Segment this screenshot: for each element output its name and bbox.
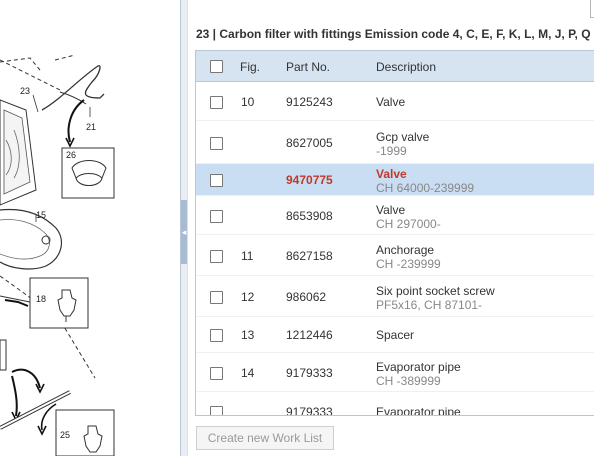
- cell-description: Anchorage: [376, 243, 435, 257]
- row-checkbox[interactable]: [210, 96, 223, 109]
- diagram-drawing: [0, 54, 115, 456]
- cell-part-no[interactable]: 8627158: [286, 249, 333, 263]
- table-row[interactable]: 12 986062 Six point socket screw PF5x16, CH…: [196, 276, 594, 317]
- column-header-description[interactable]: Description: [376, 60, 436, 74]
- row-checkbox[interactable]: [210, 174, 223, 187]
- table-row[interactable]: 11 8627158 Anchorage CH -239999: [196, 235, 594, 276]
- create-work-list-button[interactable]: Create new Work List: [196, 426, 334, 450]
- row-checkbox[interactable]: [210, 406, 223, 415]
- table-header: Fig. Part No. Description: [196, 51, 594, 82]
- table-row[interactable]: 13 1212446 Spacer: [196, 317, 594, 353]
- cell-fig: 12: [241, 290, 255, 304]
- table-row[interactable]: 9179333 Evaporator pipe: [196, 392, 594, 416]
- row-checkbox[interactable]: [210, 250, 223, 263]
- fig-label-15[interactable]: 15: [36, 210, 46, 220]
- fig-label-21[interactable]: 21: [86, 122, 96, 132]
- fig-label-25[interactable]: 25: [60, 430, 70, 440]
- cell-fig: 13: [241, 328, 255, 342]
- cell-description: Evaporator pipe: [376, 360, 461, 374]
- cell-fig: 10: [241, 95, 255, 109]
- parts-table: Fig. Part No. Description 10 9125243 Valve…: [195, 50, 594, 416]
- column-header-part-no[interactable]: Part No.: [286, 60, 330, 74]
- cell-part-no[interactable]: 8627005: [286, 136, 333, 150]
- row-checkbox[interactable]: [210, 291, 223, 304]
- cell-part-no[interactable]: 9179333: [286, 366, 333, 380]
- cell-description-detail: CH -389999: [376, 374, 441, 388]
- column-header-fig[interactable]: Fig.: [240, 60, 260, 74]
- row-checkbox[interactable]: [210, 210, 223, 223]
- cell-fig: 14: [241, 366, 255, 380]
- row-checkbox[interactable]: [210, 329, 223, 342]
- row-checkbox[interactable]: [210, 367, 223, 380]
- cell-part-no[interactable]: 1212446: [286, 328, 333, 342]
- cell-description: Evaporator pipe: [376, 405, 461, 416]
- cell-description: Valve: [376, 95, 406, 109]
- cell-part-no[interactable]: 9125243: [286, 95, 333, 109]
- cell-part-no[interactable]: 986062: [286, 290, 326, 304]
- table-row[interactable]: 8653908 Valve CH 297000-: [196, 196, 594, 235]
- fig-label-23[interactable]: 23: [20, 86, 30, 96]
- table-row[interactable]: 10 9125243 Valve: [196, 82, 594, 121]
- fig-label-18[interactable]: 18: [36, 294, 46, 304]
- fig-label-26[interactable]: 26: [66, 150, 76, 160]
- cell-description-detail: CH -239999: [376, 257, 441, 271]
- parts-panel: 23 | Carbon filter with fittings Emissio…: [188, 0, 594, 456]
- cell-description: Six point socket screw: [376, 284, 495, 298]
- top-field-edge[interactable]: [590, 0, 594, 18]
- cell-fig: 11: [241, 249, 254, 263]
- table-row[interactable]: 9470775 Valve CH 64000-239999: [196, 164, 594, 196]
- cell-part-no[interactable]: 8653908: [286, 209, 333, 223]
- cell-description: Valve: [376, 167, 407, 181]
- select-all-checkbox[interactable]: [210, 60, 223, 73]
- section-heading: 23 | Carbon filter with fittings Emissio…: [196, 27, 591, 41]
- cell-description: Spacer: [376, 328, 415, 342]
- cell-description-detail: CH 64000-239999: [376, 181, 475, 195]
- table-row[interactable]: 8627005 Gcp valve -1999: [196, 121, 594, 164]
- cell-part-no[interactable]: 9470775: [286, 173, 333, 187]
- cell-description: Valve: [376, 203, 406, 217]
- cell-description-detail: -1999: [376, 144, 407, 158]
- cell-description: Gcp valve: [376, 130, 430, 144]
- row-checkbox[interactable]: [210, 137, 223, 150]
- cell-description-detail: CH 297000-: [376, 217, 441, 231]
- table-row[interactable]: 14 9179333 Evaporator pipe CH -389999: [196, 353, 594, 392]
- cell-description-detail: PF5x16, CH 87101-: [376, 298, 483, 312]
- cell-part-no[interactable]: 9179333: [286, 405, 333, 415]
- exploded-diagram[interactable]: 23 21 26 15 18 25: [0, 0, 180, 456]
- collapse-left-icon[interactable]: ◂: [181, 226, 187, 238]
